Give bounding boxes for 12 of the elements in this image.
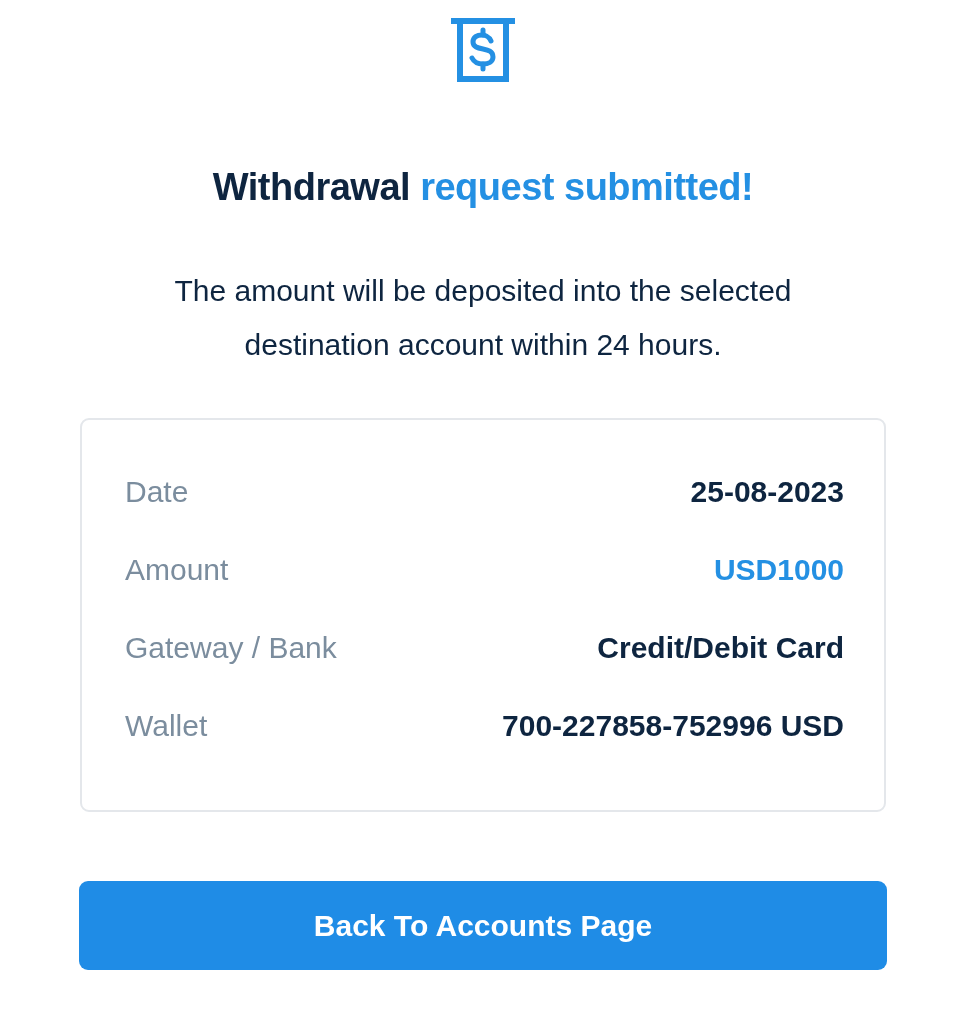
detail-label: Date [125, 475, 189, 509]
detail-value: Credit/Debit Card [597, 631, 844, 665]
detail-label: Wallet [125, 709, 208, 743]
detail-label: Amount [125, 553, 229, 587]
detail-label: Gateway / Bank [125, 631, 337, 665]
info-message: The amount will be deposited into the selected destination account within 24 hours. [173, 273, 793, 363]
back-to-accounts-button[interactable]: Back To Accounts Page [79, 881, 887, 970]
dollar-frame-icon [451, 18, 515, 82]
page-title: Withdrawal request submitted! [212, 165, 754, 210]
detail-value: 25-08-2023 [690, 475, 844, 509]
detail-value: USD1000 [713, 553, 844, 587]
detail-value: 700-227858-752996 USD [502, 709, 844, 743]
